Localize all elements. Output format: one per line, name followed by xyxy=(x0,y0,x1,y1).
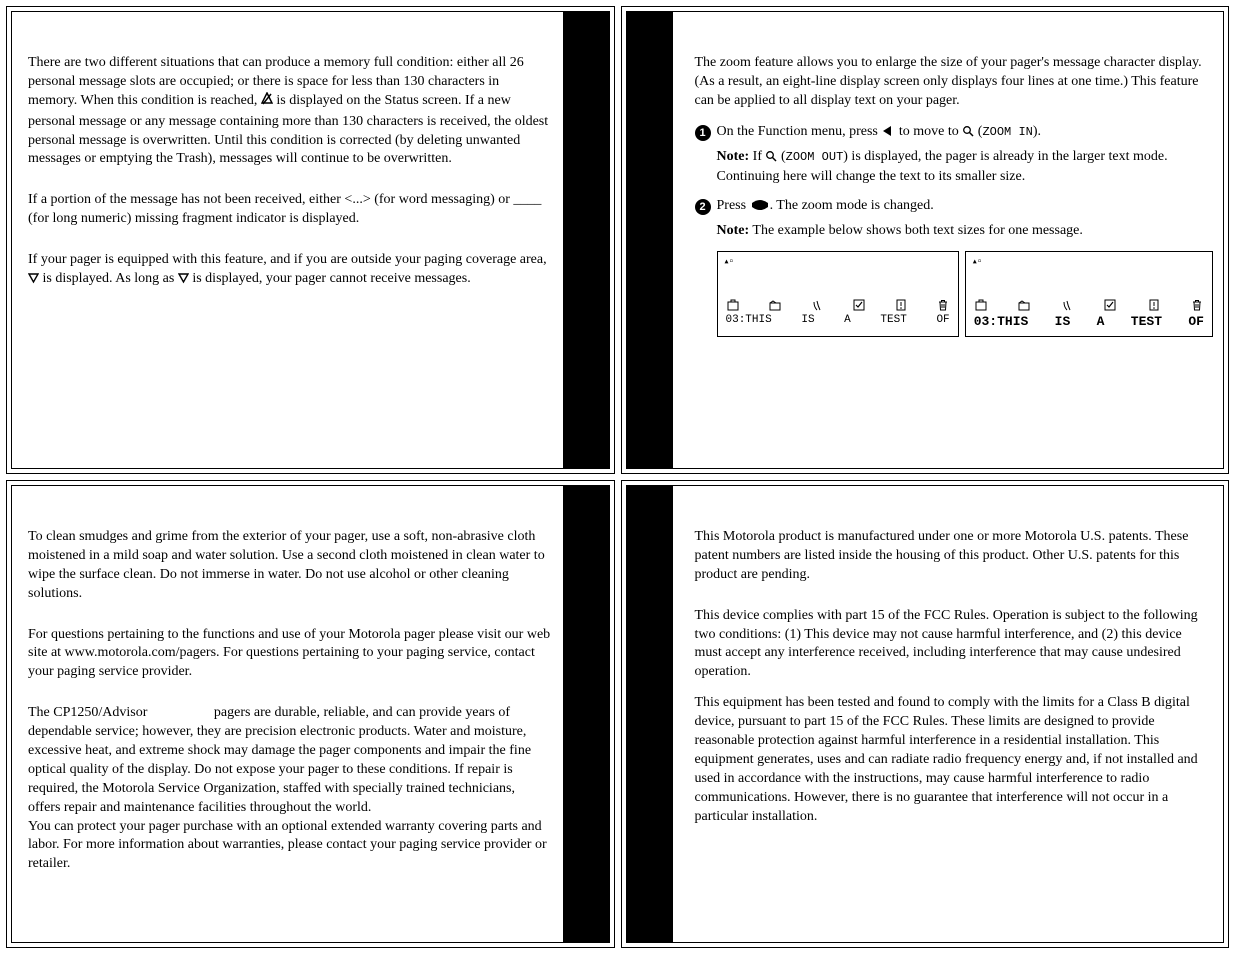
zoom-in-label: ZOOM IN xyxy=(982,125,1032,139)
trash-icon xyxy=(936,298,950,312)
text: is displayed, your pager cannot receive … xyxy=(189,271,471,286)
panel-memory-full-content: There are two different situations that … xyxy=(12,12,563,468)
patents-para: This Motorola product is manufactured un… xyxy=(695,528,1212,585)
folder-icon xyxy=(1017,298,1031,312)
missing-fragment-para: If a portion of the message has not been… xyxy=(28,191,551,229)
cleaning-para: To clean smudges and grime from the exte… xyxy=(28,528,551,604)
step-2: 2 Press . The zoom mode is changed. xyxy=(695,197,1214,218)
note-label: Note: xyxy=(717,149,750,164)
text: TEST xyxy=(880,313,906,328)
alert-icon xyxy=(1147,298,1161,312)
display-icon-row xyxy=(972,298,1206,312)
spine-bar xyxy=(627,12,673,468)
panel-care-content: To clean smudges and grime from the exte… xyxy=(12,486,563,942)
step-1-body: On the Function menu, press to move to (… xyxy=(717,123,1214,144)
signal-icon xyxy=(1060,298,1074,312)
text: OF xyxy=(1188,313,1204,331)
step-1: 1 On the Function menu, press to move to… xyxy=(695,123,1214,144)
step-number-2: 2 xyxy=(695,199,711,215)
text: is displayed. As long as xyxy=(39,271,178,286)
text: to move to xyxy=(895,124,962,139)
text: . The zoom mode is changed. xyxy=(770,198,934,213)
inbox-icon xyxy=(974,298,988,312)
fcc-conditions-para: This device complies with part 15 of the… xyxy=(695,607,1212,683)
display-small-line: 03:THIS IS A TEST OF xyxy=(724,313,952,328)
zoom-out-label: ZOOM OUT xyxy=(786,150,844,164)
antenna-down-icon xyxy=(28,272,39,291)
trash-icon xyxy=(1190,298,1204,312)
step-number-1: 1 xyxy=(695,125,711,141)
text: 03:THIS xyxy=(974,313,1029,331)
spine-bar xyxy=(563,486,609,942)
step-2-body: Press . The zoom mode is changed. xyxy=(717,197,1214,218)
note-label: Note: xyxy=(717,223,750,238)
antenna-down-icon xyxy=(178,272,189,291)
zoom-intro: The zoom feature allows you to enlarge t… xyxy=(695,54,1214,111)
page-grid: There are two different situations that … xyxy=(6,6,1229,948)
display-indicator: ▴▫ xyxy=(972,256,1206,270)
display-indicator: ▴▫ xyxy=(724,256,952,270)
panel-memory-full: There are two different situations that … xyxy=(6,6,615,474)
panel-zoom-content: The zoom feature allows you to enlarge t… xyxy=(673,12,1224,468)
spine-bar xyxy=(627,486,673,942)
panel-zoom: The zoom feature allows you to enlarge t… xyxy=(621,6,1230,474)
out-of-range-para: If your pager is equipped with this feat… xyxy=(28,251,551,291)
text: IS xyxy=(1055,313,1071,331)
display-large-text: ▴▫ 03:THIS IS A xyxy=(965,251,1213,337)
text: The example below shows both text sizes … xyxy=(752,223,1082,238)
check-icon xyxy=(852,298,866,312)
inbox-icon xyxy=(726,298,740,312)
text: A xyxy=(844,313,851,328)
text: A xyxy=(1097,313,1105,331)
signal-icon xyxy=(810,298,824,312)
memory-full-icon xyxy=(261,92,273,113)
panel-regulatory-content: This Motorola product is manufactured un… xyxy=(673,486,1224,942)
fcc-classb-para: This equipment has been tested and found… xyxy=(695,694,1212,826)
spine-bar xyxy=(563,12,609,468)
durability-para: The CP1250/Advisor pagers are durable, r… xyxy=(28,704,551,817)
magnifier-icon xyxy=(765,150,777,169)
alert-icon xyxy=(894,298,908,312)
note-2: Note: The example below shows both text … xyxy=(717,222,1214,241)
display-examples: ▴▫ 03:THIS IS A xyxy=(717,251,1214,337)
display-small-text: ▴▫ 03:THIS IS A xyxy=(717,251,959,337)
text: TEST xyxy=(1131,313,1162,331)
support-para: For questions pertaining to the function… xyxy=(28,626,551,683)
folder-icon xyxy=(768,298,782,312)
panel-regulatory: This Motorola product is manufactured un… xyxy=(621,480,1230,948)
check-icon xyxy=(1103,298,1117,312)
select-button-icon xyxy=(750,199,770,218)
warranty-para: You can protect your pager purchase with… xyxy=(28,818,551,875)
text: If your pager is equipped with this feat… xyxy=(28,252,547,267)
text: OF xyxy=(936,313,949,328)
text: If xyxy=(753,149,766,164)
text: ( xyxy=(777,149,785,164)
note-1: Note: If (ZOOM OUT) is displayed, the pa… xyxy=(717,148,1214,188)
display-icon-row xyxy=(724,298,952,312)
text: ). xyxy=(1033,124,1041,139)
magnifier-icon xyxy=(962,125,974,144)
text: IS xyxy=(801,313,814,328)
text: 03:THIS xyxy=(726,313,772,328)
text: Press xyxy=(717,198,750,213)
text: On the Function menu, press xyxy=(717,124,882,139)
panel-care: To clean smudges and grime from the exte… xyxy=(6,480,615,948)
memory-full-para1: There are two different situations that … xyxy=(28,54,551,169)
left-arrow-icon xyxy=(881,125,895,144)
display-large-line: 03:THIS IS A TEST OF xyxy=(972,313,1206,331)
